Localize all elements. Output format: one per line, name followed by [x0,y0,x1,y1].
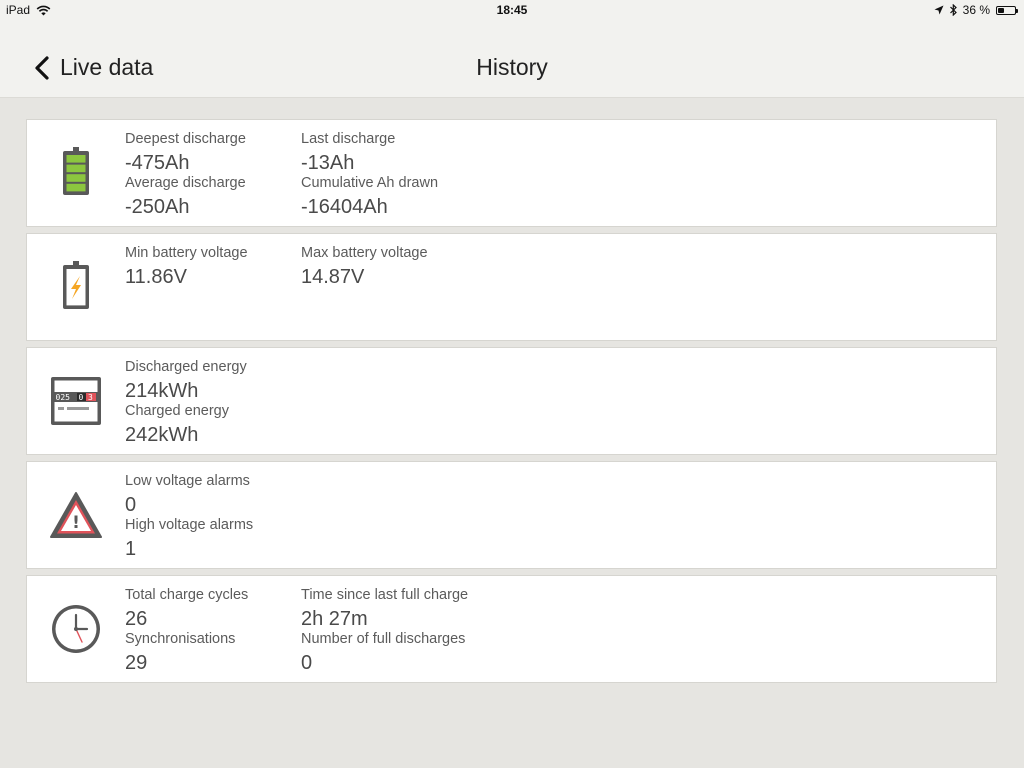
battery-charging-icon [47,258,105,316]
synchronisations: Synchronisations 29 [125,630,235,674]
time-since-last-full-charge-value: 2h 27m [301,608,368,630]
navigation-bar: Live data History [0,20,1024,98]
charged-energy-value: 242kWh [125,424,199,446]
battery-full-icon [47,144,105,202]
energy-meter-icon: 025 0 3 [47,372,105,430]
number-of-full-discharges-label: Number of full discharges [301,631,466,647]
last-discharge: Last discharge -13Ah [301,130,395,174]
average-discharge-value: -250Ah [125,196,190,218]
low-voltage-alarms-label: Low voltage alarms [125,473,250,489]
high-voltage-alarms-label: High voltage alarms [125,517,254,533]
max-battery-voltage-label: Max battery voltage [301,245,428,261]
deepest-discharge-value: -475Ah [125,152,190,174]
total-charge-cycles-value: 26 [125,608,148,630]
clock-icon [47,600,105,658]
meter-digit-dark: 0 [79,393,84,402]
location-arrow-icon [934,5,944,15]
low-voltage-alarms: Low voltage alarms 0 [125,472,250,516]
warning-triangle-icon: ! [47,486,105,544]
bluetooth-icon [949,4,957,16]
min-battery-voltage-label: Min battery voltage [125,245,248,261]
meter-digits: 025 [56,393,71,402]
low-voltage-alarms-value: 0 [125,494,137,516]
last-discharge-value: -13Ah [301,152,355,174]
max-battery-voltage-value: 14.87V [301,266,365,288]
cumulative-ah-drawn-label: Cumulative Ah drawn [301,175,439,191]
discharged-energy-value: 214kWh [125,380,199,402]
number-of-full-discharges-value: 0 [301,652,313,674]
charged-energy: Charged energy 242kWh [125,402,229,446]
synchronisations-label: Synchronisations [125,631,236,647]
discharge-card: Deepest discharge -475Ah Last discharge … [26,119,997,227]
battery-status-icon [996,5,1018,15]
meter-digit-red: 3 [88,393,93,402]
number-of-full-discharges: Number of full discharges 0 [301,630,465,674]
last-discharge-label: Last discharge [301,131,396,147]
time-since-last-full-charge: Time since last full charge 2h 27m [301,586,468,630]
discharged-energy: Discharged energy 214kWh [125,358,247,402]
synchronisations-value: 29 [125,652,148,674]
status-bar: iPad 18:45 36 % [0,0,1024,20]
high-voltage-alarms-value: 1 [125,538,137,560]
min-battery-voltage-value: 11.86V [125,266,187,288]
total-charge-cycles-label: Total charge cycles [125,587,249,603]
deepest-discharge: Deepest discharge -475Ah [125,130,246,174]
average-discharge: Average discharge -250Ah [125,174,246,218]
energy-card: 025 0 3 Discharged energy 214kWh Charged… [26,347,997,455]
status-time: 18:45 [496,3,528,17]
cumulative-ah-drawn: Cumulative Ah drawn -16404Ah [301,174,438,218]
voltage-card: Min battery voltage 11.86V Max battery v… [26,233,997,341]
max-battery-voltage: Max battery voltage 14.87V [301,244,428,288]
status-right: 36 % [934,3,1018,17]
high-voltage-alarms: High voltage alarms 1 [125,516,253,560]
charged-energy-label: Charged energy [125,403,229,419]
cumulative-ah-drawn-value: -16404Ah [301,196,388,218]
average-discharge-label: Average discharge [125,175,246,191]
alarms-card: ! Low voltage alarms 0 High voltage alar… [26,461,997,569]
cycles-card: Total charge cycles 26 Time since last f… [26,575,997,683]
min-battery-voltage: Min battery voltage 11.86V [125,244,248,288]
page-title: History [476,54,548,80]
warning-glyph: ! [72,513,80,533]
total-charge-cycles: Total charge cycles 26 [125,586,248,630]
battery-percent: 36 % [962,3,990,17]
discharged-energy-label: Discharged energy [125,359,247,375]
deepest-discharge-label: Deepest discharge [125,131,246,147]
time-since-last-full-charge-label: Time since last full charge [301,587,469,603]
